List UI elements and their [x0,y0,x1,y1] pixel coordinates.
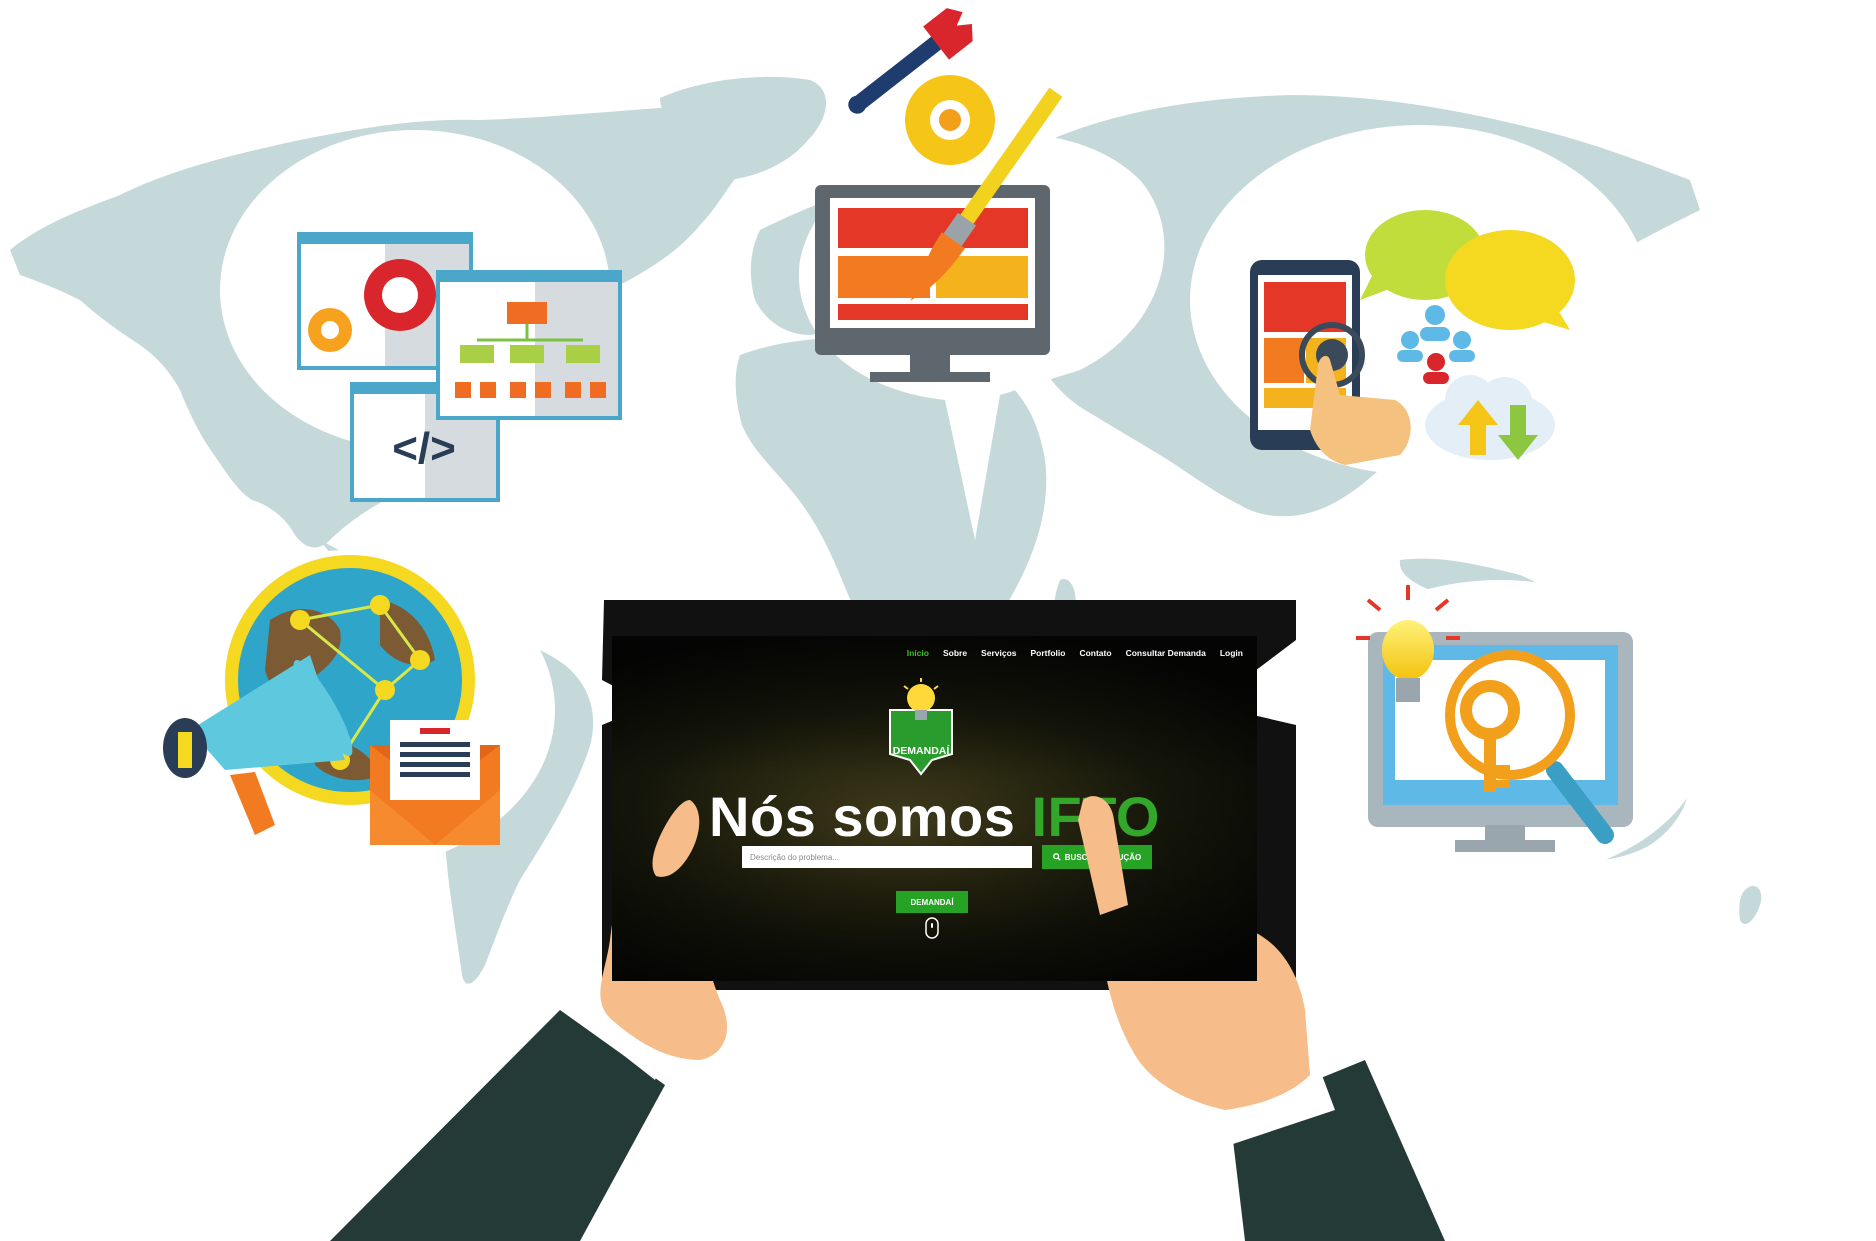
left-thumb-front [652,800,700,877]
pointing-finger-layer [652,796,1128,915]
pointing-finger [1078,796,1128,915]
